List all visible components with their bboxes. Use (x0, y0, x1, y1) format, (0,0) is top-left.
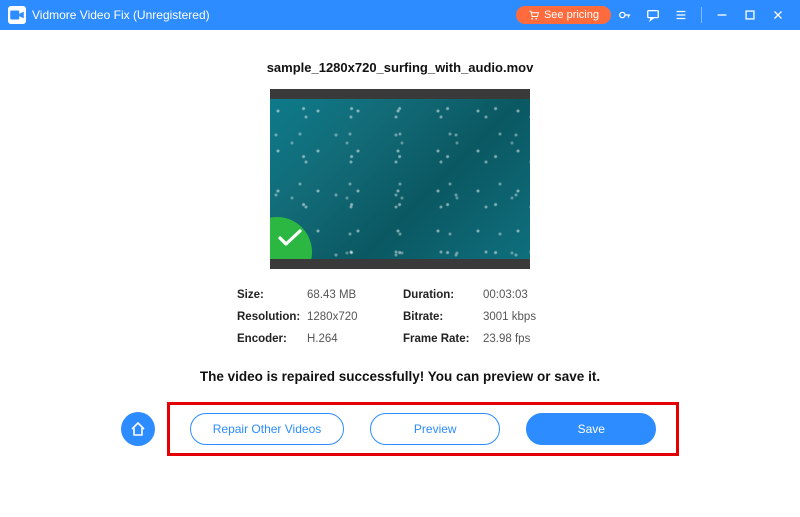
action-row: Repair Other Videos Preview Save (121, 402, 680, 456)
file-name: sample_1280x720_surfing_with_audio.mov (267, 60, 534, 75)
button-highlight-box: Repair Other Videos Preview Save (167, 402, 680, 456)
resolution-label: Resolution: (237, 311, 307, 323)
see-pricing-label: See pricing (544, 9, 599, 21)
metadata-grid: Size: 68.43 MB Duration: 00:03:03 Resolu… (237, 289, 563, 345)
see-pricing-button[interactable]: See pricing (516, 6, 611, 24)
close-button[interactable] (764, 0, 792, 30)
menu-icon[interactable] (667, 0, 695, 30)
size-value: 68.43 MB (307, 289, 403, 301)
size-label: Size: (237, 289, 307, 301)
titlebar: Vidmore Video Fix (Unregistered) See pri… (0, 0, 800, 30)
save-button[interactable]: Save (526, 413, 656, 445)
encoder-label: Encoder: (237, 333, 307, 345)
bitrate-label: Bitrate: (403, 311, 483, 323)
encoder-value: H.264 (307, 333, 403, 345)
preview-button[interactable]: Preview (370, 413, 500, 445)
minimize-button[interactable] (708, 0, 736, 30)
duration-value: 00:03:03 (483, 289, 563, 301)
framerate-label: Frame Rate: (403, 333, 483, 345)
feedback-icon[interactable] (639, 0, 667, 30)
titlebar-divider (701, 7, 702, 23)
status-message: The video is repaired successfully! You … (200, 369, 600, 384)
duration-label: Duration: (403, 289, 483, 301)
resolution-value: 1280x720 (307, 311, 403, 323)
maximize-button[interactable] (736, 0, 764, 30)
app-logo-icon (8, 6, 26, 24)
framerate-value: 23.98 fps (483, 333, 563, 345)
home-button[interactable] (121, 412, 155, 446)
thumbnail-image (270, 99, 530, 259)
app-window: Vidmore Video Fix (Unregistered) See pri… (0, 0, 800, 517)
key-icon[interactable] (611, 0, 639, 30)
main-content: sample_1280x720_surfing_with_audio.mov S… (0, 30, 800, 517)
repair-other-videos-button[interactable]: Repair Other Videos (190, 413, 345, 445)
bitrate-value: 3001 kbps (483, 311, 563, 323)
window-title: Vidmore Video Fix (Unregistered) (32, 8, 210, 22)
video-thumbnail (270, 89, 530, 269)
